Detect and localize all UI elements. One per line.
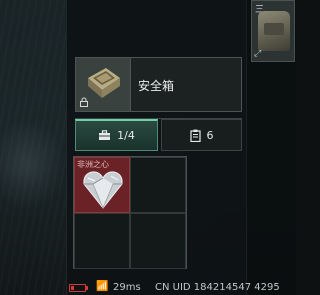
container-tabs: 1/4 6 bbox=[75, 118, 242, 151]
clipboard-icon bbox=[189, 129, 201, 142]
ping-value: 29ms bbox=[113, 282, 141, 293]
game-world-view bbox=[0, 0, 66, 295]
safe-box-icon bbox=[88, 68, 120, 98]
fog-effect bbox=[0, 120, 66, 210]
safe-box-icon-frame bbox=[76, 58, 131, 111]
lock-icon bbox=[80, 97, 88, 107]
grid-cell-empty[interactable] bbox=[74, 213, 130, 269]
wifi-icon: 📶 bbox=[96, 281, 109, 292]
tab-records[interactable]: 6 bbox=[161, 119, 242, 151]
status-bar: 📶 29ms CN UID 184214547 4295 bbox=[66, 281, 295, 295]
safe-box-label: 安全箱 bbox=[138, 79, 175, 93]
backpack-slot[interactable]: 三 ⤢ bbox=[251, 0, 295, 62]
battery-tip bbox=[86, 286, 88, 290]
heart-diamond-icon bbox=[83, 171, 123, 209]
user-id: CN UID 184214547 4295 bbox=[155, 282, 280, 293]
safe-box-slot[interactable]: 安全箱 bbox=[75, 57, 242, 112]
grid-cell-item[interactable]: 非洲之心 bbox=[74, 157, 130, 213]
battery-icon bbox=[69, 284, 86, 292]
tab-items[interactable]: 1/4 bbox=[75, 119, 158, 151]
expand-icon: ⤢ bbox=[254, 49, 262, 59]
grid-cell-empty[interactable] bbox=[130, 157, 186, 213]
backpack-icon bbox=[258, 11, 290, 51]
tab-items-count: 1/4 bbox=[117, 129, 135, 142]
toolbox-icon bbox=[99, 130, 111, 140]
grid-cell-empty[interactable] bbox=[130, 213, 186, 269]
safe-box-grid: 非洲之心 bbox=[73, 156, 187, 269]
tab-records-count: 6 bbox=[206, 128, 214, 142]
